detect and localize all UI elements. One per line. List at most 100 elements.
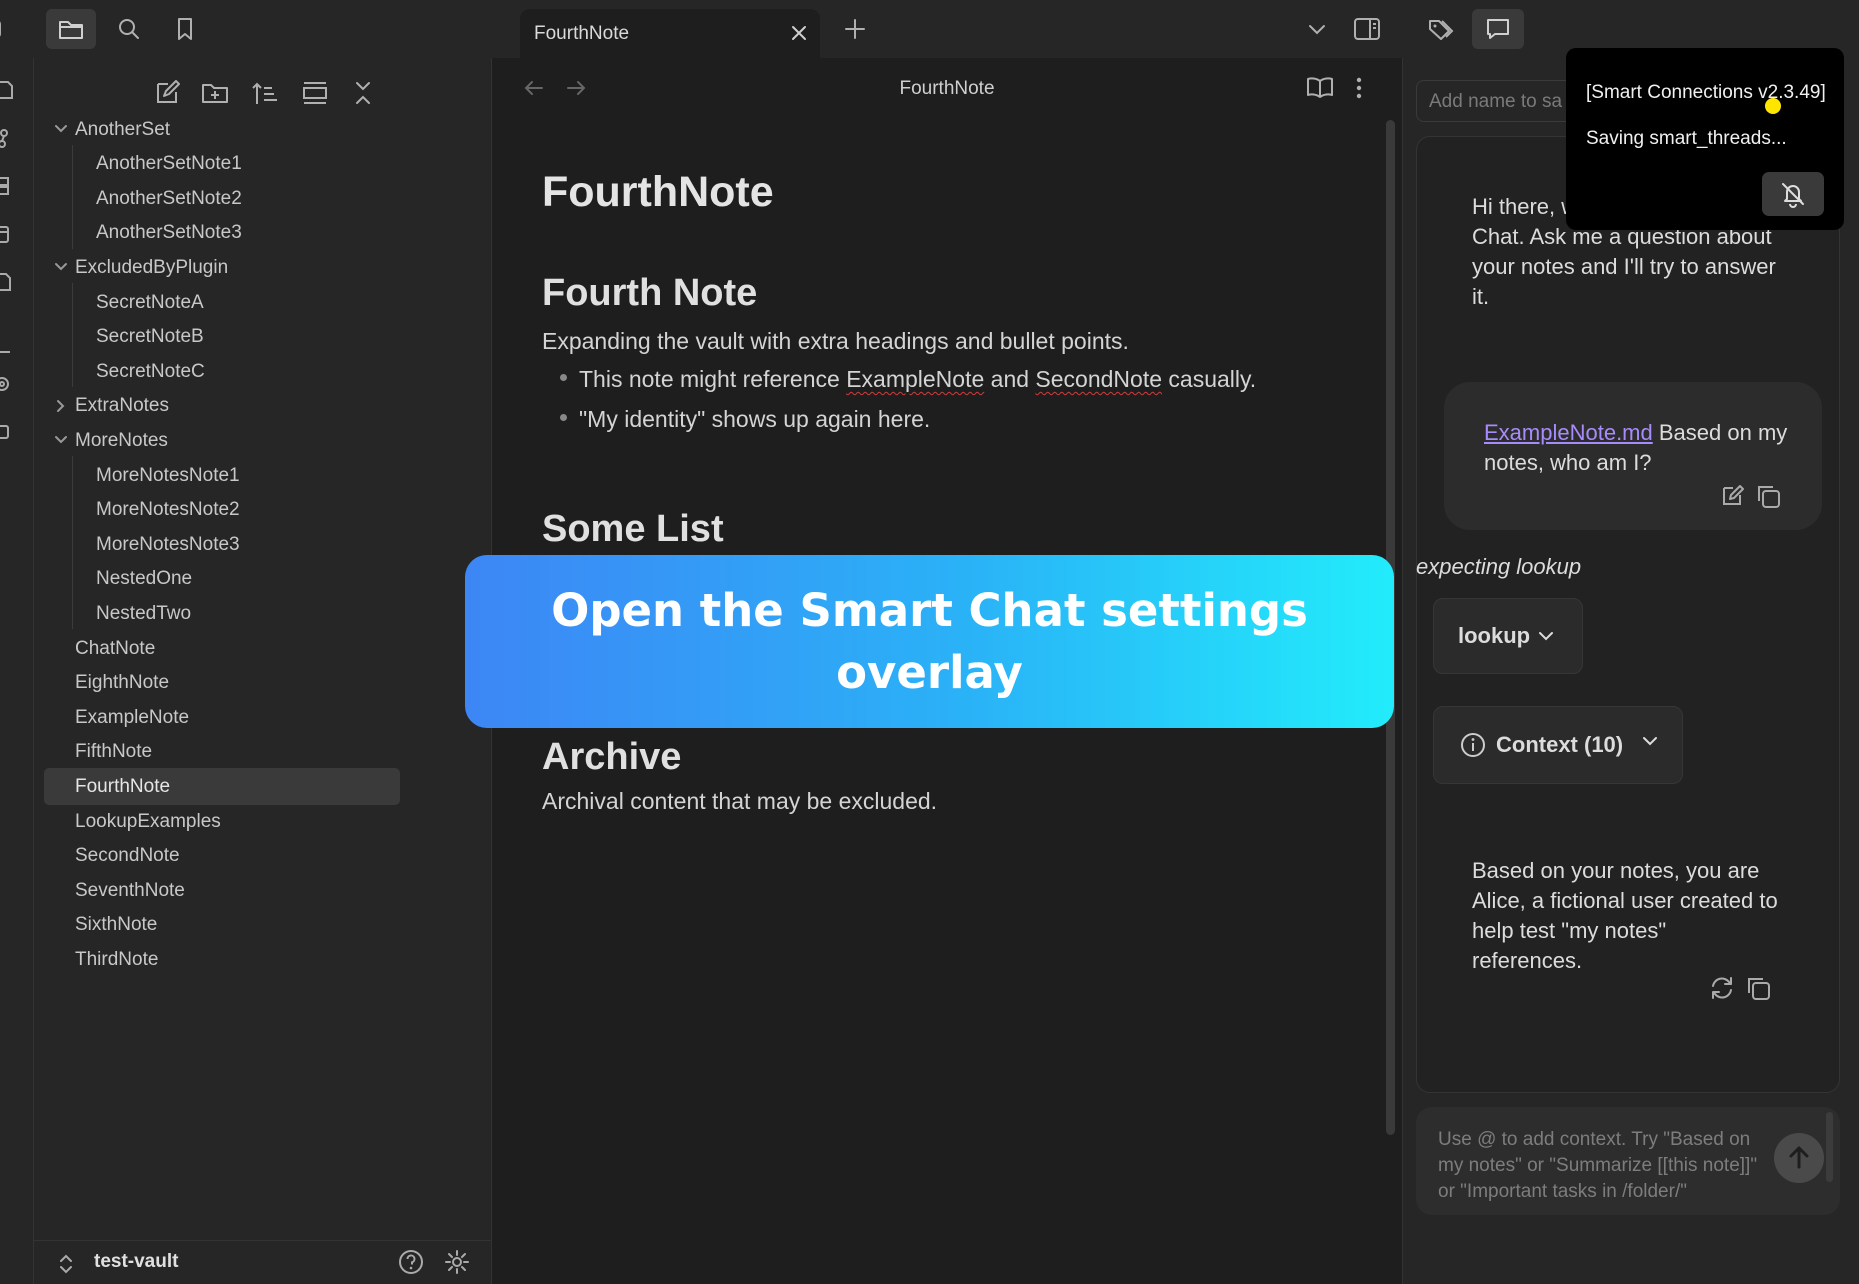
lookup-dropdown[interactable]: lookup xyxy=(1433,598,1583,674)
templates-icon[interactable] xyxy=(0,272,16,292)
paragraph-intro: Expanding the vault with extra headings … xyxy=(542,328,1129,354)
heading-some-list: Some List xyxy=(542,508,724,550)
graph-icon[interactable] xyxy=(0,128,16,148)
tree-file[interactable]: AnotherSetNote1 xyxy=(96,146,242,183)
sidebar-toggle-button[interactable] xyxy=(0,9,14,49)
context-dropdown[interactable]: Context (10) xyxy=(1433,706,1683,784)
vault-switcher[interactable]: test-vault xyxy=(34,1240,491,1284)
help-icon[interactable] xyxy=(398,1249,424,1275)
indent-guide xyxy=(72,456,73,630)
sort-icon[interactable] xyxy=(250,78,280,108)
folder-icon xyxy=(59,21,83,39)
calendar-icon[interactable] xyxy=(0,224,16,244)
file-icon[interactable] xyxy=(0,80,16,100)
tree-item-label: SeventhNote xyxy=(75,879,185,901)
tab-fourthnote[interactable]: FourthNote xyxy=(520,9,820,58)
instruction-banner: Open the Smart Chat settings overlay xyxy=(465,555,1394,728)
chevron-down-icon[interactable] xyxy=(53,259,69,275)
paragraph-archive: Archival content that may be excluded. xyxy=(542,788,938,814)
more-options-icon[interactable] xyxy=(1354,76,1364,100)
smart-chat-button[interactable] xyxy=(1472,9,1524,49)
tree-file[interactable]: MoreNotesNote3 xyxy=(96,526,240,563)
indent-guide xyxy=(72,283,73,388)
chevron-down-icon[interactable] xyxy=(53,432,69,448)
chat-input-scrollbar[interactable] xyxy=(1826,1112,1833,1182)
send-button[interactable] xyxy=(1774,1133,1824,1183)
regenerate-icon[interactable] xyxy=(1708,974,1736,1002)
tree-file[interactable]: SecretNoteB xyxy=(96,319,204,356)
tree-folder[interactable]: MoreNotes xyxy=(55,422,168,459)
tab-list-button[interactable] xyxy=(1292,9,1342,49)
edit-icon[interactable] xyxy=(1720,482,1746,508)
tags-button[interactable] xyxy=(1416,9,1466,49)
tree-file[interactable]: AnotherSetNote3 xyxy=(96,215,242,252)
bookmarks-button[interactable] xyxy=(160,9,210,49)
tree-item-label: MoreNotesNote2 xyxy=(96,499,240,521)
tree-file[interactable]: ChatNote xyxy=(44,630,155,667)
bell-off-icon xyxy=(1782,183,1804,208)
tree-file[interactable]: FourthNote xyxy=(44,768,400,806)
copy-icon[interactable] xyxy=(1744,974,1772,1002)
tree-file[interactable]: NestedTwo xyxy=(96,595,191,632)
spellcheck-word[interactable]: ExampleNote xyxy=(846,366,984,392)
close-icon[interactable] xyxy=(788,22,810,44)
right-sidebar-toggle-button[interactable] xyxy=(1342,9,1392,49)
tree-file[interactable]: SecondNote xyxy=(44,838,180,875)
tree-file[interactable]: SecretNoteC xyxy=(96,353,205,390)
chevron-updown-icon xyxy=(60,1254,72,1274)
user-message-text: ExampleNote.md Based on my notes, who am… xyxy=(1484,420,1788,475)
publish-icon[interactable] xyxy=(0,422,16,442)
search-button[interactable] xyxy=(104,9,154,49)
copy-icon[interactable] xyxy=(1754,482,1782,510)
tree-file[interactable]: LookupExamples xyxy=(44,803,221,840)
tree-file[interactable]: SeventhNote xyxy=(44,872,185,909)
tree-item-label: FourthNote xyxy=(75,775,171,797)
mute-notifications-button[interactable] xyxy=(1762,172,1824,216)
tree-file[interactable]: SixthNote xyxy=(44,907,157,944)
list-item: This note might reference ExampleNote an… xyxy=(560,366,1256,393)
tree-file[interactable]: EighthNote xyxy=(44,665,169,702)
context-label: Context (10) xyxy=(1496,732,1624,757)
note-title[interactable]: FourthNote xyxy=(542,168,774,217)
tree-folder[interactable]: ExcludedByPlugin xyxy=(55,249,228,286)
note-link[interactable]: ExampleNote.md xyxy=(1484,420,1653,445)
file-explorer-button[interactable] xyxy=(46,9,96,49)
tree-file[interactable]: SecretNoteA xyxy=(96,284,204,321)
chevron-right-icon[interactable] xyxy=(53,398,69,414)
expecting-lookup-label: expecting lookup xyxy=(1416,554,1582,579)
tree-file[interactable]: MoreNotesNote2 xyxy=(96,492,240,529)
notification-toast[interactable]: [Smart Connections v2.3.49] Saving smart… xyxy=(1566,48,1844,230)
mouse-cursor-indicator xyxy=(1765,98,1781,114)
chat-input[interactable]: Use @ to add context. Try "Based on my n… xyxy=(1416,1107,1840,1215)
gear-icon[interactable] xyxy=(444,1249,470,1275)
canvas-icon[interactable] xyxy=(0,176,16,196)
lookup-label: lookup xyxy=(1458,623,1531,648)
new-note-icon[interactable] xyxy=(152,78,182,108)
tree-file[interactable]: MoreNotesNote1 xyxy=(96,457,240,494)
tree-item-label: SecretNoteA xyxy=(96,291,204,313)
new-folder-icon[interactable] xyxy=(200,78,230,108)
tags-icon xyxy=(1429,20,1454,40)
tree-file[interactable]: AnotherSetNote2 xyxy=(96,180,242,217)
tree-folder[interactable]: ExtraNotes xyxy=(57,388,169,425)
tree-folder[interactable]: AnotherSet xyxy=(55,111,170,148)
collapse-all-icon[interactable] xyxy=(348,78,378,108)
terminal-icon[interactable] xyxy=(0,342,16,362)
new-tab-button[interactable] xyxy=(830,9,880,49)
settings-icon[interactable] xyxy=(0,374,16,394)
tree-item-label: MoreNotes xyxy=(75,429,168,451)
chat-icon xyxy=(1487,19,1509,39)
view-header-title[interactable]: FourthNote xyxy=(492,78,1402,100)
tree-file[interactable]: ExampleNote xyxy=(44,699,189,736)
tree-file[interactable]: FifthNote xyxy=(44,734,152,771)
collapse-view-icon[interactable] xyxy=(300,78,330,108)
spellcheck-word[interactable]: SecondNote xyxy=(1035,366,1162,392)
chat-input-placeholder: Use @ to add context. Try "Based on my n… xyxy=(1438,1129,1758,1202)
tree-item-label: SecretNoteB xyxy=(96,326,204,348)
chevron-down-icon[interactable] xyxy=(53,121,69,137)
reading-view-icon[interactable] xyxy=(1306,76,1334,100)
tree-file[interactable]: NestedOne xyxy=(96,561,192,598)
tree-file[interactable]: ThirdNote xyxy=(44,941,158,978)
notification-title: [Smart Connections v2.3.49] xyxy=(1586,82,1826,103)
tree-item-label: SecretNoteC xyxy=(96,360,205,382)
